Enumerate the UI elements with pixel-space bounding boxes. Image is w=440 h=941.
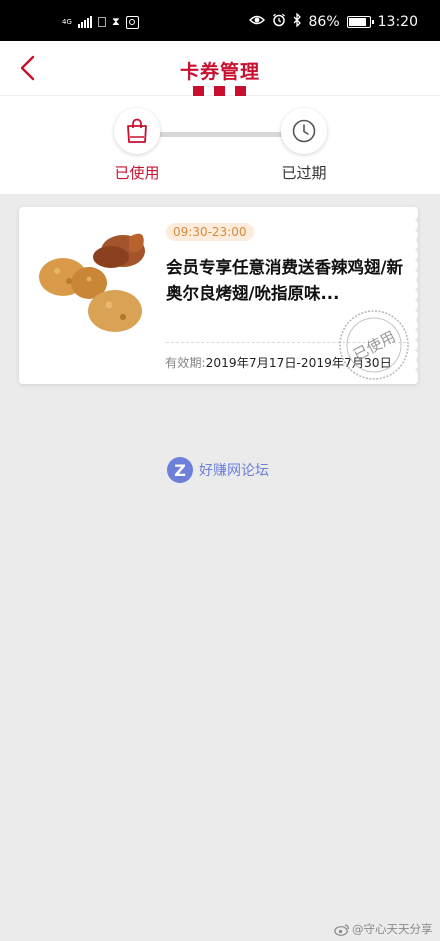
clock-time: 13:20 [377,14,418,30]
coupon-serrated-edge [415,216,418,374]
forum-watermark: Z 好赚网论坛 [167,456,269,484]
stamp-text: 已使用 [350,327,398,364]
coupon-card[interactable]: 09:30-23:00 会员专享任意消费送香辣鸡翅/新奥尔良烤翅/吮指原味...… [19,207,418,384]
hourglass-icon: ⧗ [112,15,120,28]
signal-icon [78,16,92,28]
used-stamp: 已使用 [339,310,409,380]
shopping-bag-icon [127,118,147,143]
tab-connector-line [160,132,282,137]
battery-percent: 86% [308,14,340,30]
bluetooth-icon [293,12,302,31]
fried-chicken-image [39,233,145,332]
page-title: 卡券管理 [179,61,260,83]
validity-label: 有效期: [165,356,206,370]
status-right: 86% 13:20 [248,12,418,31]
clock-icon [292,119,316,143]
tab-used[interactable]: 已使用 [97,162,177,183]
battery-icon [346,16,374,28]
network-type: 4G [62,17,72,26]
alarm-icon [272,13,286,31]
status-bar: 4G ⧗ 86% 13:20 [0,0,440,41]
tab-expired[interactable]: 已过期 [264,162,344,183]
forum-name: 好赚网论坛 [199,463,269,479]
weibo-icon [334,923,350,936]
coupon-name: 会员专享任意消费送香辣鸡翅/新奥尔良烤翅/吮指原味... [166,258,404,303]
forum-logo-icon: Z [167,457,193,483]
tab-expired-icon-button[interactable] [281,108,327,154]
title-stripes-decoration [193,86,246,96]
sim-icon [98,17,106,27]
weibo-credit: @守心天天分享 [334,920,433,938]
eye-icon [248,14,265,30]
status-left: 4G ⧗ [62,14,139,30]
tab-used-icon-button[interactable] [114,108,160,154]
nav-bar: 卡券管理 [0,41,440,96]
credit-text: @守心天天分享 [352,922,433,936]
time-range-badge: 09:30-23:00 [166,223,254,241]
app-notification-icon [125,15,139,29]
coupon-status-tabs: 已使用 已过期 [0,96,440,194]
